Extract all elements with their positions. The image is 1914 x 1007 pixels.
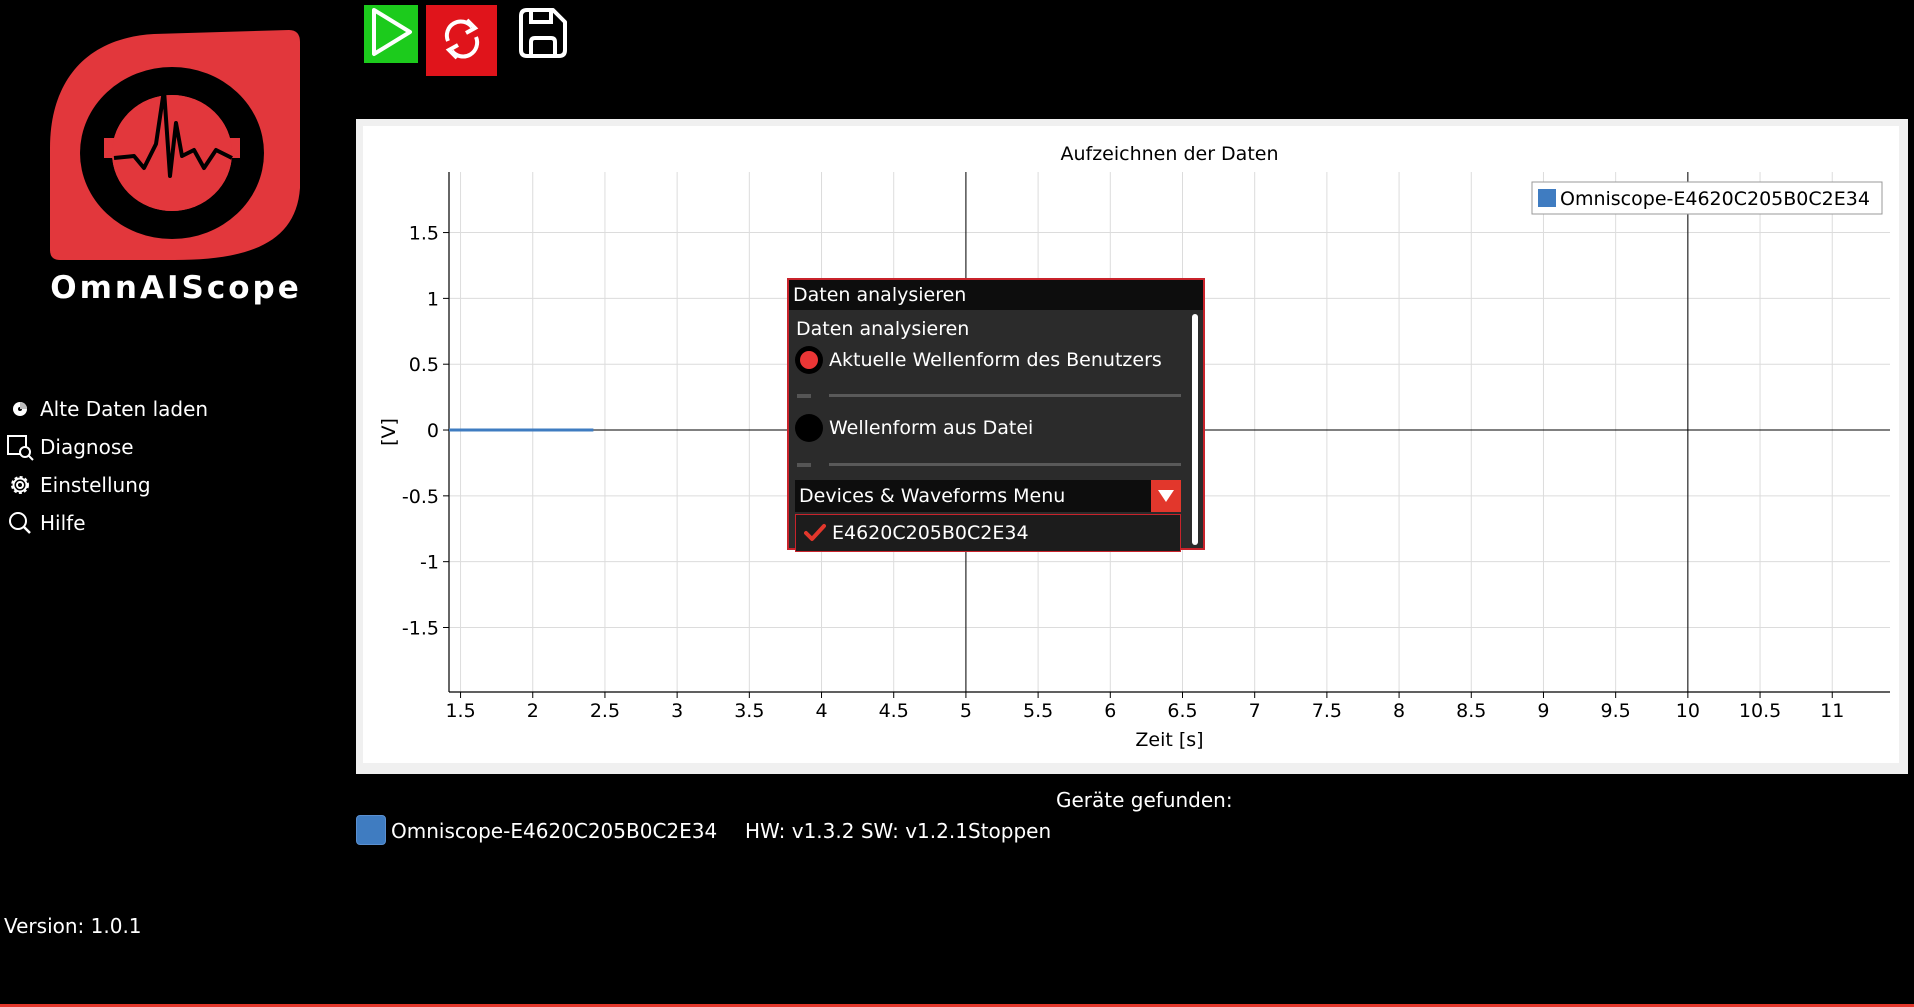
x-tick-label: 9 [1537, 700, 1549, 722]
refresh-button[interactable] [426, 5, 497, 76]
device-name: Omniscope-E4620C205B0C2E34 [391, 819, 718, 843]
x-tick-label: 6.5 [1167, 700, 1197, 722]
gear-icon [6, 471, 34, 499]
divider [797, 394, 811, 398]
device-stop-button[interactable]: Stoppen [968, 814, 1051, 848]
x-tick-label: 7.5 [1312, 700, 1342, 722]
devices-waveforms-dropdown[interactable]: Devices & Waveforms Menu [795, 480, 1181, 512]
x-tick-label: 4 [815, 700, 827, 722]
x-tick-label: 3.5 [734, 700, 764, 722]
search-icon [6, 509, 34, 537]
analyze-dialog: Daten analysieren Daten analysieren Aktu… [787, 278, 1205, 552]
devices-found-label: Geräte gefunden: [1056, 788, 1233, 812]
sidebar-item-label: Einstellung [40, 473, 151, 497]
chevron-down-icon[interactable] [1151, 480, 1181, 512]
checkmark-icon [804, 523, 826, 543]
legend-label: Omniscope-E4620C205B0C2E34 [1560, 188, 1870, 210]
y-tick-label: -1 [420, 552, 439, 574]
save-icon [515, 6, 569, 64]
dropdown-label: Devices & Waveforms Menu [799, 485, 1066, 507]
sidebar-item-diagnose[interactable]: Diagnose [6, 431, 134, 463]
radio-file-waveform[interactable]: Wellenform aus Datei [795, 414, 1033, 442]
start-button[interactable] [364, 5, 418, 63]
sidebar-item-label: Diagnose [40, 435, 134, 459]
x-tick-label: 11 [1820, 700, 1844, 722]
radio-file-label: Wellenform aus Datei [829, 417, 1034, 439]
y-tick-label: -0.5 [402, 486, 439, 508]
y-tick-label: 0 [427, 420, 439, 442]
chart-title: Aufzeichnen der Daten [1060, 143, 1278, 165]
x-tick-label: 8.5 [1456, 700, 1486, 722]
divider [797, 463, 811, 467]
device-color-button[interactable] [356, 815, 386, 845]
x-tick-label: 5 [960, 700, 972, 722]
legend-swatch [1538, 189, 1556, 207]
y-tick-label: 1 [427, 288, 439, 310]
version-label: Version: 1.0.1 [4, 914, 142, 938]
save-button[interactable] [512, 5, 572, 65]
device-version: HW: v1.3.2 SW: v1.2.1 [745, 819, 968, 843]
x-tick-label: 1.5 [445, 700, 475, 722]
radio-user-waveform[interactable]: Aktuelle Wellenform des Benutzers [795, 346, 1162, 374]
x-tick-label: 4.5 [879, 700, 909, 722]
x-tick-label: 5.5 [1023, 700, 1053, 722]
x-tick-label: 8 [1393, 700, 1405, 722]
radio-user-label: Aktuelle Wellenform des Benutzers [829, 349, 1162, 371]
y-tick-label: 0.5 [409, 354, 439, 376]
dialog-title: Daten analysieren [789, 280, 1203, 310]
diagnose-icon [6, 433, 34, 461]
y-axis-label: [V] [378, 418, 400, 446]
x-tick-label: 7 [1249, 700, 1261, 722]
dialog-scrollbar[interactable] [1192, 314, 1198, 545]
refresh-icon [438, 13, 486, 69]
divider [829, 463, 1181, 466]
app-logo [44, 28, 300, 264]
sidebar-item-label: Hilfe [40, 511, 86, 535]
x-axis-label: Zeit [s] [1135, 729, 1203, 751]
device-menu-item[interactable]: E4620C205B0C2E34 [795, 514, 1181, 552]
radio-selected-icon[interactable] [795, 346, 823, 374]
sidebar-item-alte-daten-laden[interactable]: Alte Daten laden [6, 393, 208, 425]
brand-name: OmnAIScope [50, 270, 302, 306]
y-tick-label: -1.5 [402, 617, 439, 639]
y-tick-label: 1.5 [409, 223, 439, 245]
sidebar-item-hilfe[interactable]: Hilfe [6, 507, 86, 539]
device-menu-label: E4620C205B0C2E34 [832, 522, 1029, 544]
x-tick-label: 10 [1676, 700, 1700, 722]
disk-icon [6, 395, 34, 423]
radio-unselected-icon[interactable] [795, 414, 823, 442]
play-icon [368, 6, 414, 62]
sidebar-item-einstellung[interactable]: Einstellung [6, 469, 151, 501]
x-tick-label: 2.5 [590, 700, 620, 722]
x-tick-label: 6 [1104, 700, 1116, 722]
sidebar-item-label: Alte Daten laden [40, 397, 209, 421]
x-tick-label: 10.5 [1739, 700, 1781, 722]
divider [829, 394, 1181, 397]
x-tick-label: 3 [671, 700, 683, 722]
dialog-heading: Daten analysieren [796, 318, 970, 340]
x-tick-label: 2 [527, 700, 539, 722]
x-tick-label: 9.5 [1601, 700, 1631, 722]
